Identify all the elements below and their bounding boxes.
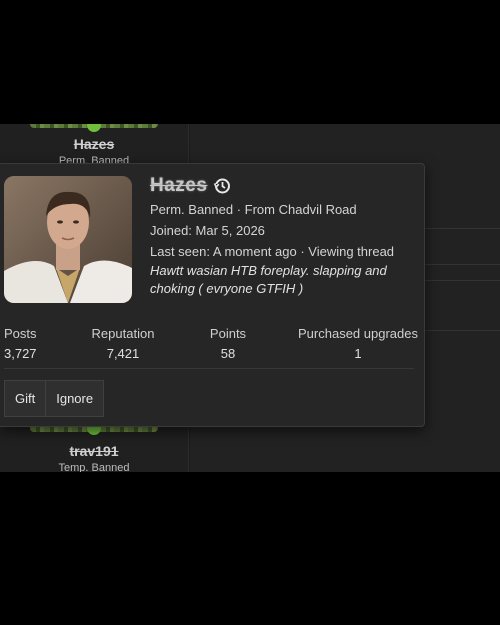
stat-reputation: Reputation 7,421 bbox=[82, 326, 164, 361]
member-avatar[interactable] bbox=[4, 176, 132, 303]
stat-label: Purchased upgrades bbox=[298, 326, 418, 341]
member-tooltip-card: Hazes Perm. Banned · From Chadvil Road J… bbox=[0, 163, 425, 427]
history-icon[interactable] bbox=[213, 177, 231, 195]
member-stats: Posts 3,727 Reputation 7,421 Points 58 P… bbox=[0, 326, 424, 366]
bg-username-1[interactable]: Hazes bbox=[0, 136, 188, 152]
stat-label: Points bbox=[209, 326, 247, 341]
stat-value: 58 bbox=[220, 346, 236, 361]
ignore-button[interactable]: Ignore bbox=[46, 380, 105, 417]
avatar-photo bbox=[4, 176, 132, 303]
username-row: Hazes bbox=[150, 174, 231, 198]
gift-button[interactable]: Gift bbox=[4, 380, 47, 417]
user-status-location: Perm. Banned · From Chadvil Road bbox=[150, 202, 357, 217]
stat-value: 1 bbox=[354, 346, 362, 361]
stat-value: 3,727 bbox=[4, 346, 37, 361]
stats-divider bbox=[4, 368, 414, 369]
online-indicator bbox=[87, 124, 101, 132]
stat-points: Points 58 bbox=[198, 326, 258, 361]
bg-user-title-2: Temp. Banned bbox=[58, 462, 130, 472]
action-buttons: Gift Ignore bbox=[4, 380, 105, 417]
popup-username[interactable]: Hazes bbox=[150, 175, 207, 197]
bg-username-2[interactable]: trav191 bbox=[0, 443, 188, 459]
stat-label: Posts bbox=[4, 326, 37, 341]
viewing-thread-link[interactable]: Hawtt wasian HTB foreplay. slapping and … bbox=[150, 262, 410, 298]
stat-value: 7,421 bbox=[106, 346, 140, 361]
last-seen: Last seen: A moment ago · Viewing thread bbox=[150, 244, 395, 259]
stat-label: Reputation bbox=[91, 326, 155, 341]
stat-purchased-upgrades: Purchased upgrades 1 bbox=[296, 326, 420, 361]
stat-posts: Posts 3,727 bbox=[4, 326, 40, 361]
joined-date: Joined: Mar 5, 2026 bbox=[150, 223, 265, 238]
